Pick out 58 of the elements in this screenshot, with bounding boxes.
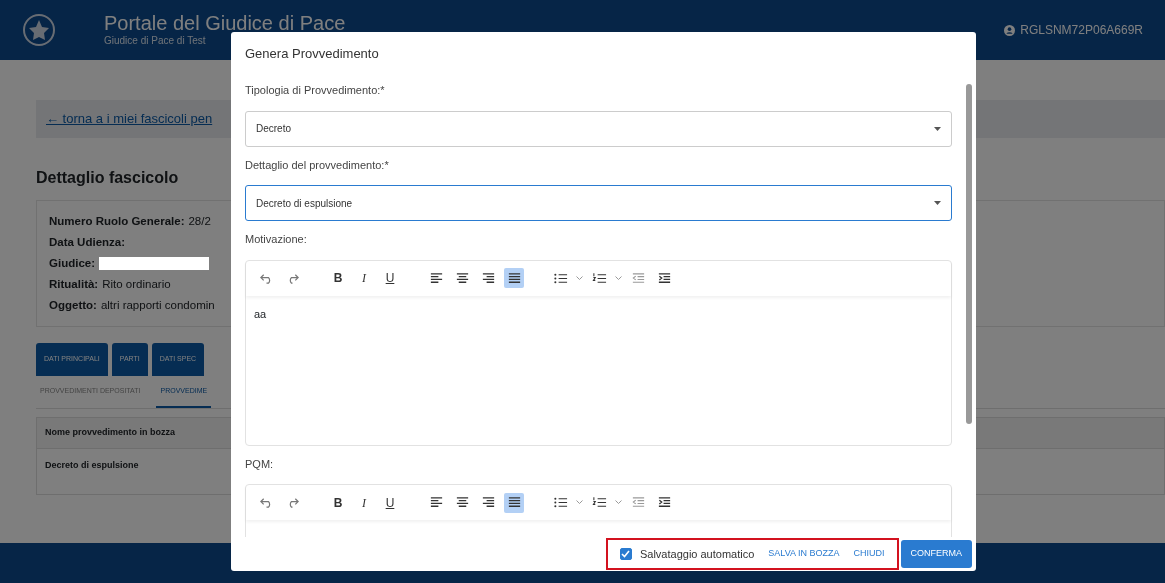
chevron-icon[interactable] bbox=[576, 275, 583, 281]
emblem-icon bbox=[22, 13, 56, 47]
editor-text: aa bbox=[254, 307, 267, 320]
autosave-label: Salvataggio automatico bbox=[639, 546, 755, 562]
select-field[interactable]: Decreto bbox=[245, 110, 952, 147]
italic-button[interactable]: I bbox=[354, 492, 374, 513]
align-right-icon bbox=[480, 495, 496, 510]
underline-button[interactable]: U bbox=[380, 268, 400, 288]
outdent-icon bbox=[630, 270, 646, 286]
footer-link[interactable]: CHIUDI bbox=[853, 547, 885, 561]
italic-button[interactable]: I bbox=[354, 268, 374, 288]
justify-button[interactable] bbox=[504, 268, 524, 288]
modal-title: Genera Provvedimento bbox=[244, 45, 380, 63]
indent-icon bbox=[656, 495, 672, 510]
autosave-checkbox[interactable] bbox=[619, 548, 632, 560]
rich-text-editor[interactable]: B I U aa bbox=[245, 259, 952, 446]
indent-icon bbox=[656, 270, 672, 286]
chevron-icon[interactable] bbox=[615, 275, 622, 281]
chevron-icon[interactable] bbox=[615, 500, 622, 505]
detail-value: Rito ordinario bbox=[102, 277, 171, 292]
detail-label: Oggetto: bbox=[49, 298, 97, 313]
underline-button[interactable]: U bbox=[380, 492, 400, 513]
field-label: Tipologia di Provvedimento:* bbox=[245, 83, 386, 98]
detail-label: Giudice: bbox=[49, 256, 95, 271]
user-code[interactable]: RGLSNM72P06A669R bbox=[1020, 21, 1143, 39]
chevron-icon[interactable] bbox=[576, 500, 583, 505]
align-left-icon bbox=[428, 270, 444, 286]
bold-button[interactable]: B bbox=[328, 492, 348, 513]
detail-label: Numero Ruolo Generale: bbox=[49, 214, 185, 229]
field-label: PQM: bbox=[245, 456, 275, 472]
numbered-list-icon bbox=[591, 270, 607, 286]
bold-button[interactable]: B bbox=[328, 268, 348, 288]
numbered-list-icon bbox=[591, 495, 607, 510]
justify-icon bbox=[506, 495, 522, 510]
field-label: Motivazione: bbox=[245, 232, 308, 247]
caret-icon bbox=[934, 201, 941, 205]
detail-value: altri rapporti condomin bbox=[100, 298, 215, 313]
bulleted-list-icon bbox=[552, 495, 568, 510]
detail-label: Ritualità: bbox=[49, 277, 99, 292]
footer-link[interactable]: SALVA IN BOZZA bbox=[768, 547, 840, 561]
align-center-icon bbox=[454, 270, 470, 286]
portal-subtitle: Giudice di Pace di Test bbox=[104, 33, 207, 48]
detail-value: 28/2 bbox=[188, 214, 211, 229]
back-link[interactable]: ← torna a i miei fascicoli pen bbox=[46, 109, 213, 129]
user-icon bbox=[1004, 24, 1016, 36]
confirm-button[interactable]: CONFERMA bbox=[900, 540, 972, 568]
caret-icon bbox=[934, 126, 941, 131]
field-label: Dettaglio del provvedimento:* bbox=[245, 157, 390, 173]
justify-button[interactable] bbox=[504, 492, 524, 513]
select-field[interactable]: Decreto di espulsione bbox=[245, 185, 952, 221]
outdent-icon bbox=[630, 495, 646, 510]
portal-title: Portale del Giudice di Pace bbox=[104, 12, 346, 33]
align-left-icon bbox=[428, 495, 444, 510]
align-right-icon bbox=[480, 270, 496, 286]
justify-icon bbox=[506, 270, 522, 286]
checkmark-icon bbox=[621, 550, 631, 558]
detail-label: Data Udienza: bbox=[49, 235, 126, 250]
align-center-icon bbox=[454, 495, 470, 510]
